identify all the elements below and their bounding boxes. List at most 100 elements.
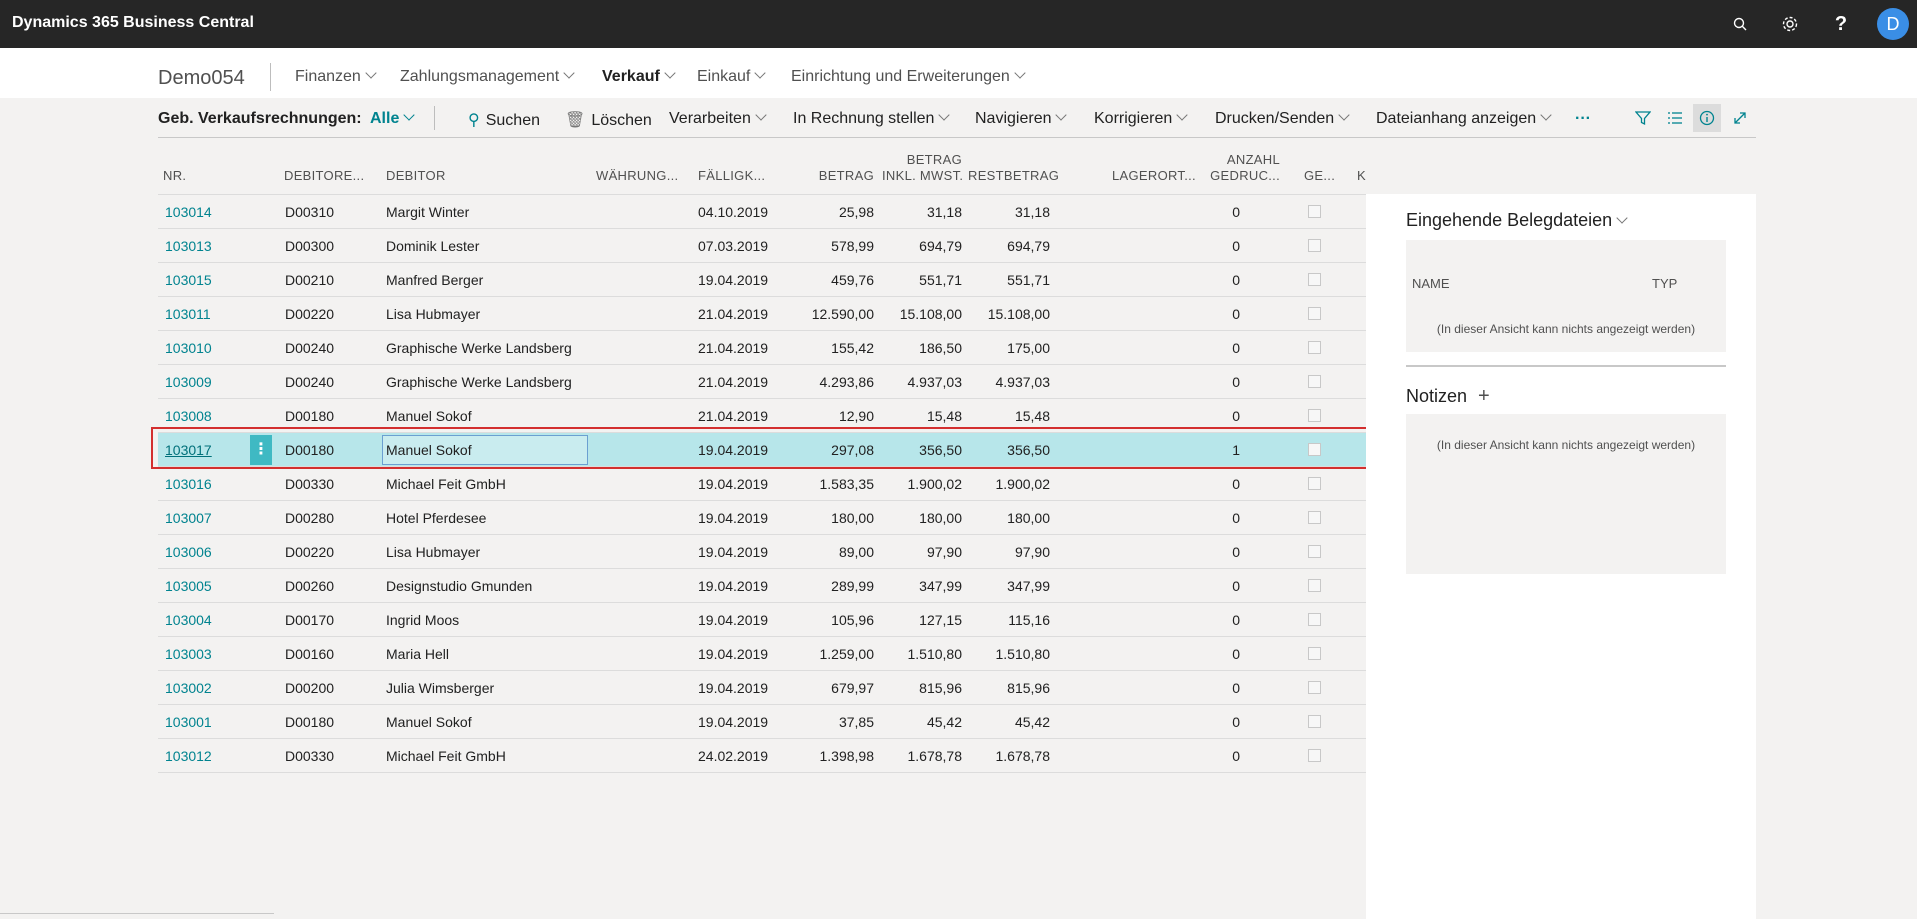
column-header-debitor-nr[interactable]: DEBITORE... <box>284 168 364 184</box>
filter-icon[interactable] <box>1629 104 1657 132</box>
table-row[interactable]: 103007 D00280 Hotel Pferdesee 19.04.2019 180… <box>158 500 1366 535</box>
printed-checkbox[interactable] <box>1308 715 1321 728</box>
column-header-due-date[interactable]: FÄLLIGK... <box>698 168 765 184</box>
expand-icon[interactable] <box>1726 104 1754 132</box>
table-row[interactable]: 103011 D00220 Lisa Hubmayer 21.04.2019 12.59… <box>158 296 1366 331</box>
invoice-number-link[interactable]: 103015 <box>165 263 245 297</box>
invoice-number-link[interactable]: 103001 <box>165 705 245 739</box>
printed-checkbox[interactable] <box>1308 545 1321 558</box>
column-header-currency[interactable]: WÄHRUNG... <box>596 168 678 184</box>
customer-number-cell: D00170 <box>285 612 335 628</box>
search-icon[interactable] <box>1722 0 1758 48</box>
invoice-number-link[interactable]: 103006 <box>165 535 245 569</box>
chevron-down-icon <box>403 109 416 121</box>
table-row[interactable]: 103012 D00330 Michael Feit GmbH 24.02.2019 1… <box>158 738 1366 773</box>
more-options-button[interactable]: ··· <box>1575 110 1591 128</box>
nav-item-einrichtung[interactable]: Einrichtung und Erweiterungen <box>791 67 1026 86</box>
horizontal-scrollbar[interactable] <box>0 913 274 914</box>
column-header-name[interactable]: NAME <box>1412 276 1450 291</box>
app-title[interactable]: Dynamics 365 Business Central <box>12 0 254 46</box>
view-filter-dropdown[interactable]: Alle <box>370 109 416 128</box>
printed-checkbox[interactable] <box>1308 273 1321 286</box>
table-bottom-border <box>158 772 1366 773</box>
due-date-cell: 19.04.2019 <box>698 272 769 288</box>
incoming-documents-title[interactable]: Eingehende Belegdateien <box>1406 210 1628 231</box>
table-row[interactable]: 103015 D00210 Manfred Berger 19.04.2019 459,… <box>158 262 1366 297</box>
table-row[interactable]: 103009 D00240 Graphische Werke Landsberg 21… <box>158 364 1366 399</box>
column-header-k[interactable]: K <box>1357 168 1366 184</box>
invoice-number-link[interactable]: 103009 <box>165 365 245 399</box>
table-row[interactable]: 103003 D00160 Maria Hell 19.04.2019 1.259,00… <box>158 636 1366 671</box>
nav-item-finanzen[interactable]: Finanzen <box>295 67 377 86</box>
invoice-number-link[interactable]: 103016 <box>165 467 245 501</box>
due-date-cell: 24.02.2019 <box>698 748 769 764</box>
table-row[interactable]: 103001 D00180 Manuel Sokof 19.04.2019 37,85 4… <box>158 704 1366 739</box>
invoice-number-link[interactable]: 103013 <box>165 229 245 263</box>
amount-incl-vat-cell: 694,79 <box>919 238 962 254</box>
add-note-icon[interactable]: + <box>1478 385 1490 407</box>
printed-checkbox[interactable] <box>1308 477 1321 490</box>
printed-checkbox[interactable] <box>1308 647 1321 660</box>
printed-checkbox[interactable] <box>1308 579 1321 592</box>
column-header-nr[interactable]: NR. <box>163 168 186 184</box>
column-header-location[interactable]: LAGERORT... <box>1112 168 1196 184</box>
user-avatar[interactable]: D <box>1877 8 1909 40</box>
navigate-menu[interactable]: Navigieren <box>975 109 1068 128</box>
table-row[interactable]: 103002 D00200 Julia Wimsberger 19.04.2019 67… <box>158 670 1366 705</box>
invoice-number-link[interactable]: 103014 <box>165 195 245 229</box>
invoice-number-link[interactable]: 103002 <box>165 671 245 705</box>
table-row[interactable]: 103005 D00260 Designstudio Gmunden 19.04.20… <box>158 568 1366 603</box>
company-name[interactable]: Demo054 <box>158 67 245 90</box>
settings-gear-icon[interactable] <box>1772 0 1808 48</box>
help-icon[interactable]: ? <box>1823 0 1859 48</box>
nav-item-zahlungsmanagement[interactable]: Zahlungsmanagement <box>400 67 575 86</box>
column-header-amount-incl-vat[interactable]: BETRAG INKL. MWST. <box>882 152 963 184</box>
incoming-documents-empty: (In dieser Ansicht kann nichts angezeigt… <box>1436 322 1696 336</box>
table-row[interactable]: 103010 D00240 Graphische Werke Landsberg 21… <box>158 330 1366 365</box>
printed-checkbox[interactable] <box>1308 749 1321 762</box>
column-header-remaining-amount[interactable]: RESTBETRAG <box>968 168 1059 184</box>
printed-checkbox[interactable] <box>1308 239 1321 252</box>
invoice-menu[interactable]: In Rechnung stellen <box>793 109 951 128</box>
column-header-no-printed[interactable]: ANZAHL GEDRUC... <box>1200 152 1280 184</box>
printed-checkbox[interactable] <box>1308 409 1321 422</box>
invoice-number-link[interactable]: 103004 <box>165 603 245 637</box>
table-row[interactable]: 103004 D00170 Ingrid Moos 19.04.2019 105,96 1… <box>158 602 1366 637</box>
list-view-icon[interactable] <box>1661 104 1689 132</box>
customer-name-cell: Julia Wimsberger <box>386 680 495 696</box>
table-row[interactable]: 103006 D00220 Lisa Hubmayer 19.04.2019 89,00… <box>158 534 1366 569</box>
table-row[interactable]: 103016 D00330 Michael Feit GmbH 19.04.2019 1… <box>158 466 1366 501</box>
column-header-debitor[interactable]: DEBITOR <box>386 168 446 184</box>
search-button[interactable]: ⚲ Suchen <box>468 110 540 130</box>
table-row[interactable]: 103013 D00300 Dominik Lester 07.03.2019 578,… <box>158 228 1366 263</box>
amount-incl-vat-cell: 186,50 <box>919 340 962 356</box>
invoice-number-link[interactable]: 103005 <box>165 569 245 603</box>
delete-button[interactable]: 🗑 Löschen <box>565 110 652 130</box>
customer-name-cell: Dominik Lester <box>386 238 480 254</box>
printed-checkbox[interactable] <box>1308 307 1321 320</box>
invoice-number-link[interactable]: 103007 <box>165 501 245 535</box>
process-menu[interactable]: Verarbeiten <box>669 109 767 128</box>
trash-icon: 🗑 <box>565 112 586 129</box>
column-header-ge[interactable]: GE... <box>1304 168 1335 184</box>
invoice-number-link[interactable]: 103010 <box>165 331 245 365</box>
column-header-type[interactable]: TYP <box>1652 276 1677 291</box>
printed-checkbox[interactable] <box>1308 511 1321 524</box>
invoice-number-link[interactable]: 103012 <box>165 739 245 773</box>
printed-checkbox[interactable] <box>1308 613 1321 626</box>
nav-item-verkauf[interactable]: Verkauf <box>602 67 676 86</box>
invoice-number-link[interactable]: 103003 <box>165 637 245 671</box>
show-attachment-menu[interactable]: Dateianhang anzeigen <box>1376 109 1552 128</box>
printed-checkbox[interactable] <box>1308 341 1321 354</box>
nav-item-einkauf[interactable]: Einkauf <box>697 67 767 86</box>
factbox-info-icon[interactable] <box>1693 104 1721 132</box>
print-send-menu[interactable]: Drucken/Senden <box>1215 109 1350 128</box>
printed-checkbox[interactable] <box>1308 375 1321 388</box>
column-header-amount[interactable]: BETRAG <box>792 168 874 184</box>
correct-menu[interactable]: Korrigieren <box>1094 109 1188 128</box>
printed-checkbox[interactable] <box>1308 205 1321 218</box>
printed-checkbox[interactable] <box>1308 681 1321 694</box>
invoice-number-link[interactable]: 103011 <box>165 297 245 331</box>
table-row[interactable]: 103014 D00310 Margit Winter 04.10.2019 25,98… <box>158 194 1366 229</box>
action-bar: Geb. Verkaufsrechnungen: Alle ⚲ Suchen 🗑 L… <box>158 98 1756 138</box>
